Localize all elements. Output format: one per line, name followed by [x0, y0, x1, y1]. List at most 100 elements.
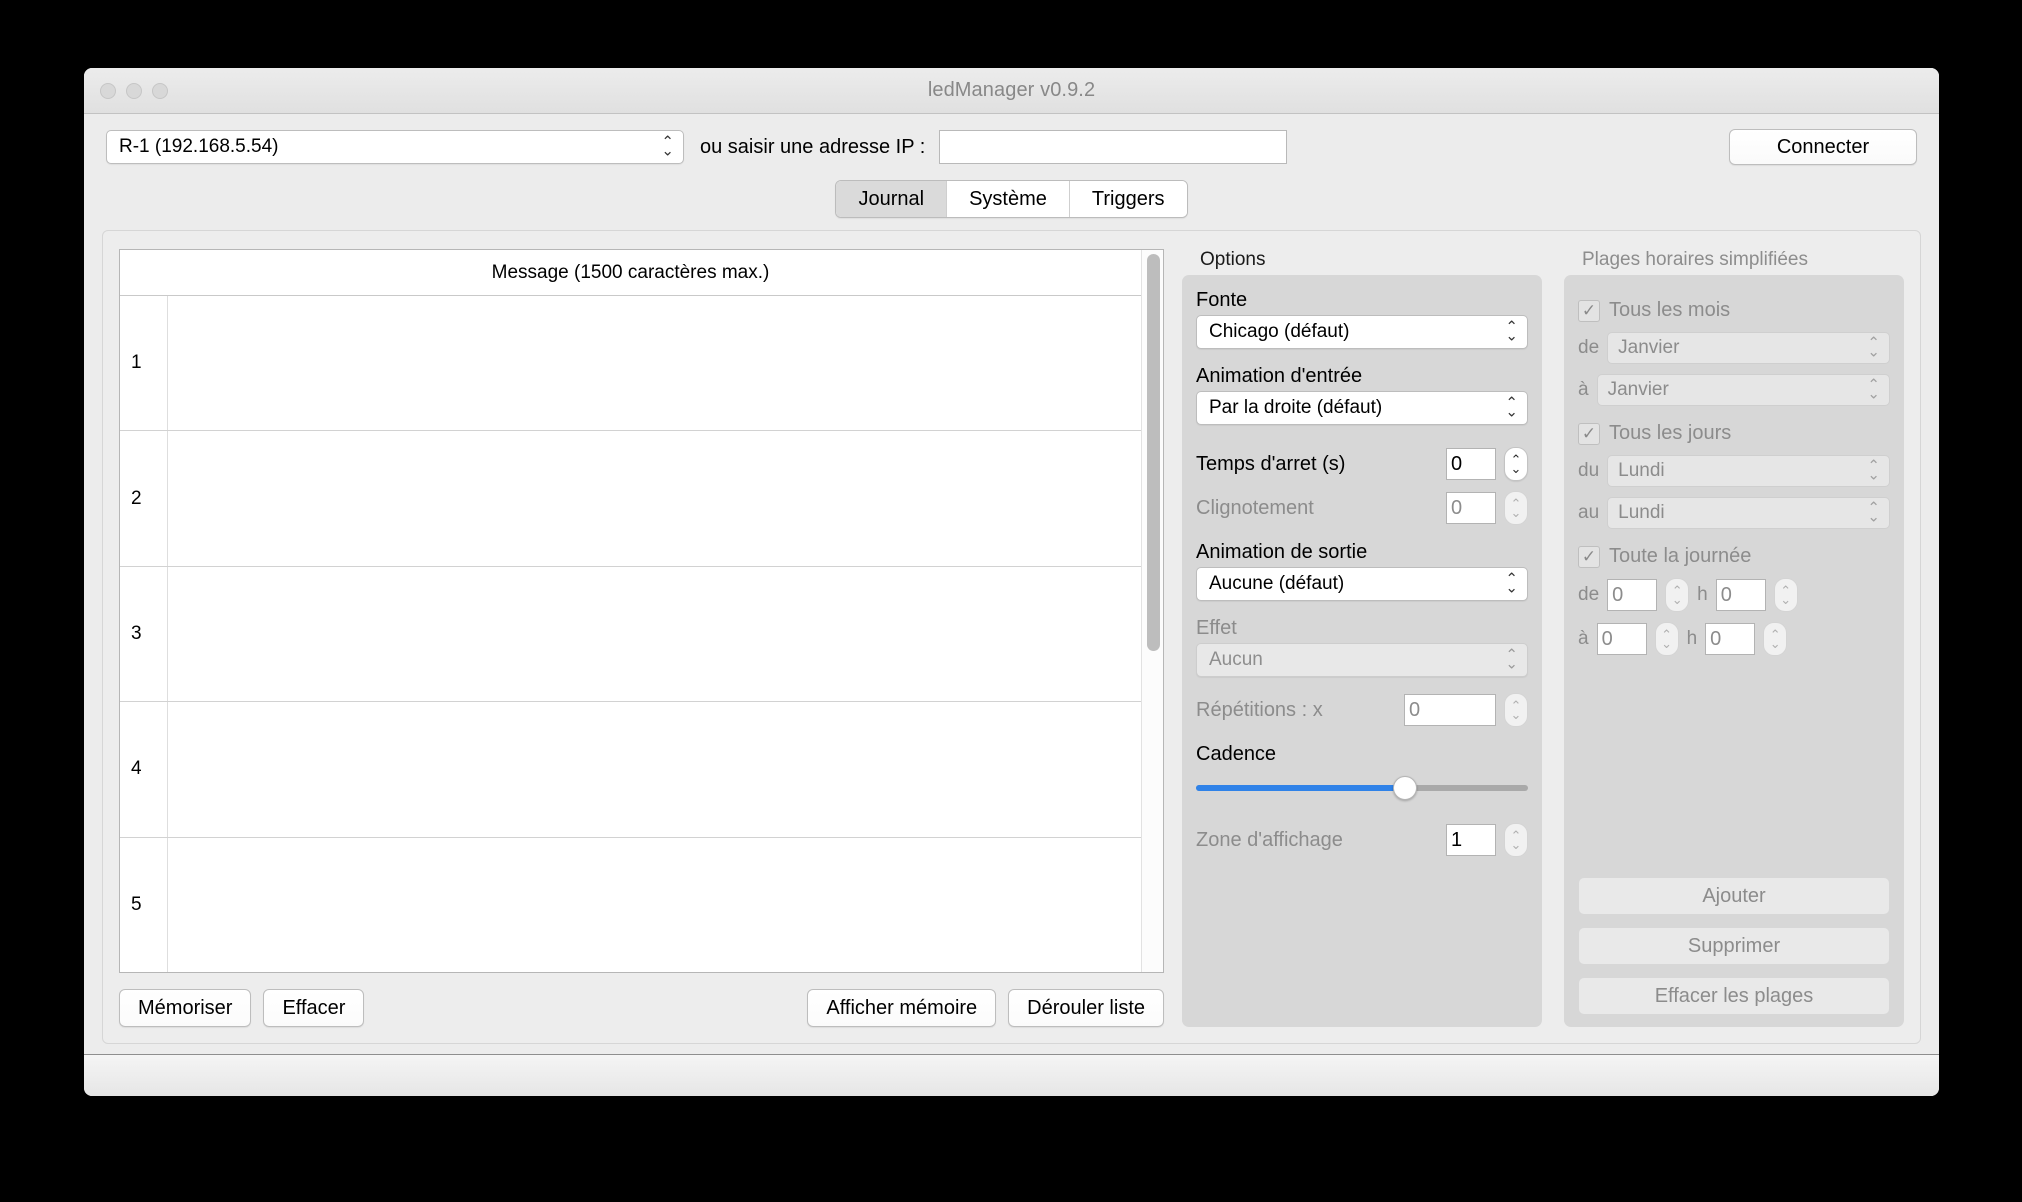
heure-a-hour-stepper: ⌃⌄ [1655, 622, 1679, 656]
connect-button[interactable]: Connecter [1729, 129, 1917, 165]
clignotement-stepper: ⌃⌄ [1504, 491, 1528, 525]
journal-panel: Message (1500 caractères max.) 1 2 3 [102, 230, 1921, 1044]
repetitions-row: Répétitions : x ⌃⌄ [1196, 693, 1528, 727]
animation-entree-label: Animation d'entrée [1196, 365, 1528, 388]
fonte-label: Fonte [1196, 289, 1528, 312]
animation-entree-select[interactable]: Par la droite (défaut) ⌃⌄ [1196, 391, 1528, 425]
temps-arret-input[interactable] [1446, 448, 1496, 480]
zoom-button-icon[interactable] [152, 83, 168, 99]
table-row[interactable]: 5 [120, 838, 1141, 972]
temps-arret-stepper[interactable]: ⌃⌄ [1504, 447, 1528, 481]
effet-label: Effet [1196, 617, 1528, 640]
mois-de-value: Janvier [1618, 337, 1679, 359]
tabbar: Journal Système Triggers [84, 180, 1939, 226]
slider-fill [1196, 785, 1405, 791]
clignotement-input [1446, 492, 1496, 524]
ip-address-label: ou saisir une adresse IP : [700, 136, 925, 159]
animation-sortie-value: Aucune (défaut) [1209, 573, 1344, 595]
mois-de-select: Janvier ⌃⌄ [1607, 332, 1890, 364]
window-titlebar: ledManager v0.9.2 [84, 68, 1939, 114]
heure-de-minute-input [1716, 579, 1766, 611]
time-ranges-title: Plages horaires simplifiées [1564, 249, 1904, 271]
table-row[interactable]: 1 [120, 296, 1141, 431]
device-select[interactable]: R-1 (192.168.5.54) ⌃⌄ [106, 130, 684, 164]
table-row[interactable]: 2 [120, 431, 1141, 566]
repetitions-input [1404, 694, 1496, 726]
spacer [1196, 727, 1528, 743]
message-table-body: 1 2 3 4 [120, 296, 1141, 972]
table-row[interactable]: 4 [120, 702, 1141, 837]
window-title: ledManager v0.9.2 [84, 79, 1939, 102]
clignotement-label: Clignotement [1196, 497, 1314, 520]
spacer [1196, 525, 1528, 541]
message-table: Message (1500 caractères max.) 1 2 3 [119, 249, 1164, 973]
heure-a-row: à ⌃⌄ h ⌃⌄ [1578, 622, 1890, 656]
heure-a-unit: h [1687, 628, 1698, 650]
memoriser-button[interactable]: Mémoriser [119, 989, 251, 1027]
chevron-updown-icon: ⌃⌄ [1505, 651, 1518, 670]
effet-select: Aucun ⌃⌄ [1196, 643, 1528, 677]
zone-affichage-label: Zone d'affichage [1196, 829, 1343, 852]
spacer [1196, 601, 1528, 617]
tab-group: Journal Système Triggers [835, 180, 1187, 218]
tous-les-jours-row: ✓ Tous les jours [1578, 422, 1890, 445]
row-message-cell[interactable] [168, 567, 1141, 701]
tab-triggers[interactable]: Triggers [1070, 181, 1187, 217]
time-ranges-pane: Plages horaires simplifiées ✓ Tous les m… [1564, 249, 1904, 1027]
animation-sortie-select[interactable]: Aucune (défaut) ⌃⌄ [1196, 567, 1528, 601]
spacer [1578, 656, 1890, 877]
row-number: 2 [120, 431, 168, 565]
vertical-scrollbar[interactable] [1141, 250, 1163, 972]
derouler-liste-button[interactable]: Dérouler liste [1008, 989, 1164, 1027]
spacer [1578, 289, 1890, 299]
zone-affichage-stepper: ⌃⌄ [1504, 823, 1528, 857]
spacer [1578, 612, 1890, 622]
mois-a-row: à Janvier ⌃⌄ [1578, 374, 1890, 406]
chevron-updown-icon: ⌃⌄ [1505, 323, 1518, 342]
row-message-cell[interactable] [168, 838, 1141, 972]
ajouter-button: Ajouter [1578, 877, 1890, 915]
connection-toolbar: R-1 (192.168.5.54) ⌃⌄ ou saisir une adre… [84, 114, 1939, 180]
spacer [1578, 529, 1890, 545]
fonte-select[interactable]: Chicago (défaut) ⌃⌄ [1196, 315, 1528, 349]
jour-du-row: du Lundi ⌃⌄ [1578, 455, 1890, 487]
device-select-value: R-1 (192.168.5.54) [119, 136, 279, 158]
repetitions-label: Répétitions : x [1196, 699, 1323, 722]
chevron-updown-icon: ⌃⌄ [1505, 575, 1518, 594]
row-message-cell[interactable] [168, 296, 1141, 430]
temps-arret-label: Temps d'arret (s) [1196, 453, 1345, 476]
tab-journal[interactable]: Journal [836, 181, 947, 217]
heure-de-hour-stepper: ⌃⌄ [1665, 578, 1689, 612]
spacer [1196, 801, 1528, 823]
animation-entree-value: Par la droite (défaut) [1209, 397, 1382, 419]
scrollbar-thumb[interactable] [1147, 254, 1160, 651]
message-table-main: Message (1500 caractères max.) 1 2 3 [120, 250, 1141, 972]
heure-a-hour-input [1597, 623, 1647, 655]
row-message-cell[interactable] [168, 431, 1141, 565]
options-title: Options [1182, 249, 1542, 271]
effacer-button[interactable]: Effacer [263, 989, 364, 1027]
ip-address-input[interactable] [939, 130, 1287, 164]
zone-affichage-input[interactable] [1446, 824, 1496, 856]
heure-de-minute-stepper: ⌃⌄ [1774, 578, 1798, 612]
chevron-updown-icon: ⌃⌄ [661, 138, 674, 157]
tab-systeme[interactable]: Système [947, 181, 1070, 217]
jour-du-select: Lundi ⌃⌄ [1607, 455, 1890, 487]
minimize-button-icon[interactable] [126, 83, 142, 99]
table-row[interactable]: 3 [120, 567, 1141, 702]
options-group: Fonte Chicago (défaut) ⌃⌄ Animation d'en… [1182, 275, 1542, 1027]
effacer-les-plages-button: Effacer les plages [1578, 977, 1890, 1015]
mois-a-value: Janvier [1608, 379, 1669, 401]
traffic-lights [100, 68, 168, 114]
tous-les-jours-label: Tous les jours [1609, 422, 1731, 445]
heure-a-minute-input [1705, 623, 1755, 655]
spacer [1578, 406, 1890, 422]
close-button-icon[interactable] [100, 83, 116, 99]
slider-thumb[interactable] [1393, 776, 1417, 800]
afficher-memoire-button[interactable]: Afficher mémoire [807, 989, 996, 1027]
row-message-cell[interactable] [168, 702, 1141, 836]
repetitions-stepper: ⌃⌄ [1504, 693, 1528, 727]
heure-a-minute-stepper: ⌃⌄ [1763, 622, 1787, 656]
cadence-slider[interactable] [1196, 775, 1528, 801]
options-pane: Options Fonte Chicago (défaut) ⌃⌄ Animat… [1182, 249, 1542, 1027]
